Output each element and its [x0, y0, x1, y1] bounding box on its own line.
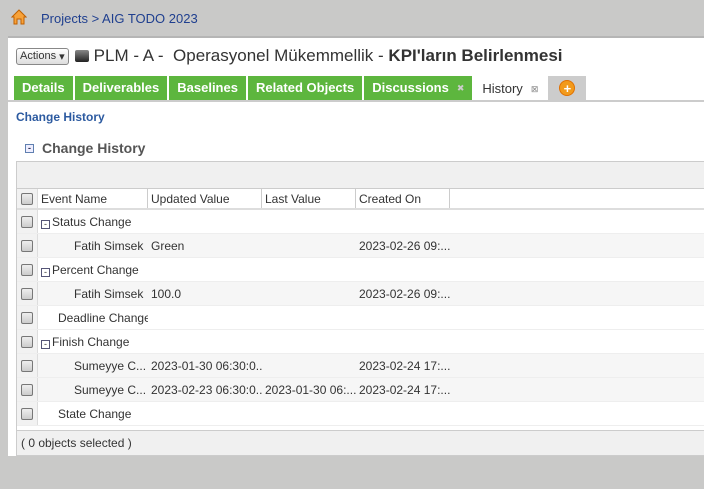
plus-icon: + — [559, 80, 576, 96]
col-created-on[interactable]: Created On — [356, 189, 450, 208]
section-header[interactable]: - Change History — [25, 140, 145, 156]
row-checkbox[interactable] — [21, 383, 33, 396]
main-panel: Actions ▾ PLM - A - Operasyonel Mükemmel… — [8, 36, 704, 456]
updated-value-cell: Green — [151, 238, 185, 253]
title-bold: KPI'ların Belirlenmesi — [388, 46, 563, 65]
row-checkbox[interactable] — [21, 263, 33, 276]
tab-label: Deliverables — [82, 80, 160, 95]
col-event-name[interactable]: Event Name — [38, 189, 148, 208]
event-name: Deadline Change — [58, 310, 148, 325]
title-prefix: PLM - A - Operasyonel Mükemmellik - — [93, 46, 389, 65]
grid-header: Event Name Updated Value Last Value Crea… — [17, 189, 704, 210]
row-checkbox[interactable] — [21, 335, 33, 348]
home-icon[interactable] — [11, 9, 27, 25]
updated-value-cell: 100.0 — [151, 286, 182, 301]
tab-label: Related Objects — [255, 80, 355, 95]
event-name: Fatih Simsek — [74, 238, 144, 253]
row-checkbox[interactable] — [21, 311, 33, 324]
grid-toolbar — [17, 162, 704, 189]
table-row[interactable]: Fatih Simsek 100.0 2023-02-26 09:... — [17, 282, 704, 306]
row-checkbox[interactable] — [21, 359, 33, 372]
event-name-cell: Sumeyye C... — [38, 383, 148, 397]
briefcase-icon — [74, 50, 89, 62]
updated-value-cell: 2023-01-30 06:30:0... — [151, 358, 262, 373]
created-on-cell: 2023-02-26 09:... — [359, 286, 450, 301]
collapse-icon[interactable]: - — [41, 267, 50, 277]
row-checkbox[interactable] — [21, 287, 33, 300]
event-name-cell: Deadline Change — [38, 311, 148, 325]
event-name: State Change — [58, 406, 132, 421]
table-row[interactable]: - Percent Change — [17, 258, 704, 282]
table-row[interactable]: Sumeyye C... 2023-02-23 06:30:0... 2023-… — [17, 378, 704, 402]
sub-label: Change History — [16, 110, 105, 124]
tab-details[interactable]: Details — [14, 76, 73, 100]
event-name: Finish Change — [52, 334, 130, 349]
table-row[interactable]: State Change — [17, 402, 704, 426]
col-updated-value[interactable]: Updated Value — [148, 189, 262, 208]
created-on-cell: 2023-02-24 17:... — [359, 382, 450, 397]
section-title: Change History — [42, 140, 146, 156]
tab-deliverables[interactable]: Deliverables — [74, 76, 168, 100]
row-checkbox[interactable] — [21, 407, 33, 420]
col-last-value[interactable]: Last Value — [262, 189, 356, 208]
collapse-icon[interactable]: - — [41, 219, 50, 229]
created-on-cell: 2023-02-24 17:... — [359, 358, 450, 373]
collapse-icon[interactable]: - — [41, 339, 50, 349]
top-bar: Projects > AIG TODO 2023 — [0, 0, 704, 36]
table-row[interactable]: - Status Change — [17, 210, 704, 234]
event-name-cell: State Change — [38, 407, 148, 421]
page-title: Actions ▾ PLM - A - Operasyonel Mükemmel… — [16, 46, 563, 66]
event-name-cell: - Finish Change — [38, 335, 148, 349]
row-checkbox[interactable] — [21, 215, 33, 228]
tab-label: History — [482, 80, 523, 96]
history-grid: Event Name Updated Value Last Value Crea… — [16, 161, 704, 456]
event-name-cell: Fatih Simsek — [38, 239, 148, 253]
table-row[interactable]: - Finish Change — [17, 330, 704, 354]
tab-related-objects[interactable]: Related Objects — [247, 76, 363, 100]
table-row[interactable]: Fatih Simsek Green 2023-02-26 09:... — [17, 234, 704, 258]
tab-label: Baselines — [177, 80, 238, 95]
tab-divider — [8, 100, 704, 102]
tab-discussions[interactable]: Discussions ✖ — [364, 76, 473, 100]
event-name: Percent Change — [52, 262, 139, 277]
close-tab-icon[interactable]: ✖ — [457, 76, 465, 100]
tab-label: Details — [22, 80, 65, 95]
event-name-cell: Sumeyye C... — [38, 359, 148, 373]
event-name-cell: - Percent Change — [38, 263, 148, 277]
event-name-cell: Fatih Simsek — [38, 287, 148, 301]
tab-baselines[interactable]: Baselines — [169, 76, 246, 100]
tab-label: Discussions — [372, 80, 449, 95]
actions-button[interactable]: Actions ▾ — [16, 47, 69, 65]
updated-value-cell: 2023-02-23 06:30:0... — [151, 382, 262, 397]
row-checkbox[interactable] — [21, 239, 33, 252]
event-name: Sumeyye C... — [74, 358, 147, 373]
event-name: Fatih Simsek — [74, 286, 144, 301]
event-name: Status Change — [52, 214, 132, 229]
tab-bar: Details Deliverables Baselines Related O… — [14, 76, 588, 101]
select-all-checkbox[interactable] — [21, 192, 33, 205]
breadcrumb[interactable]: Projects > AIG TODO 2023 — [41, 11, 198, 26]
table-row[interactable]: Sumeyye C... 2023-01-30 06:30:0... 2023-… — [17, 354, 704, 378]
close-tab-icon[interactable]: ⊠ — [531, 77, 539, 101]
add-tab-button[interactable]: + — [548, 76, 587, 100]
last-value-cell: 2023-01-30 06:... — [265, 382, 356, 397]
tab-history[interactable]: History ⊠ — [474, 76, 547, 101]
table-row[interactable]: Deadline Change — [17, 306, 704, 330]
created-on-cell: 2023-02-26 09:... — [359, 238, 450, 253]
collapse-icon[interactable]: - — [25, 143, 34, 153]
selection-status: ( 0 objects selected ) — [17, 430, 704, 455]
actions-label: Actions — [20, 50, 57, 62]
event-name-cell: - Status Change — [38, 215, 148, 229]
event-name: Sumeyye C... — [74, 382, 147, 397]
